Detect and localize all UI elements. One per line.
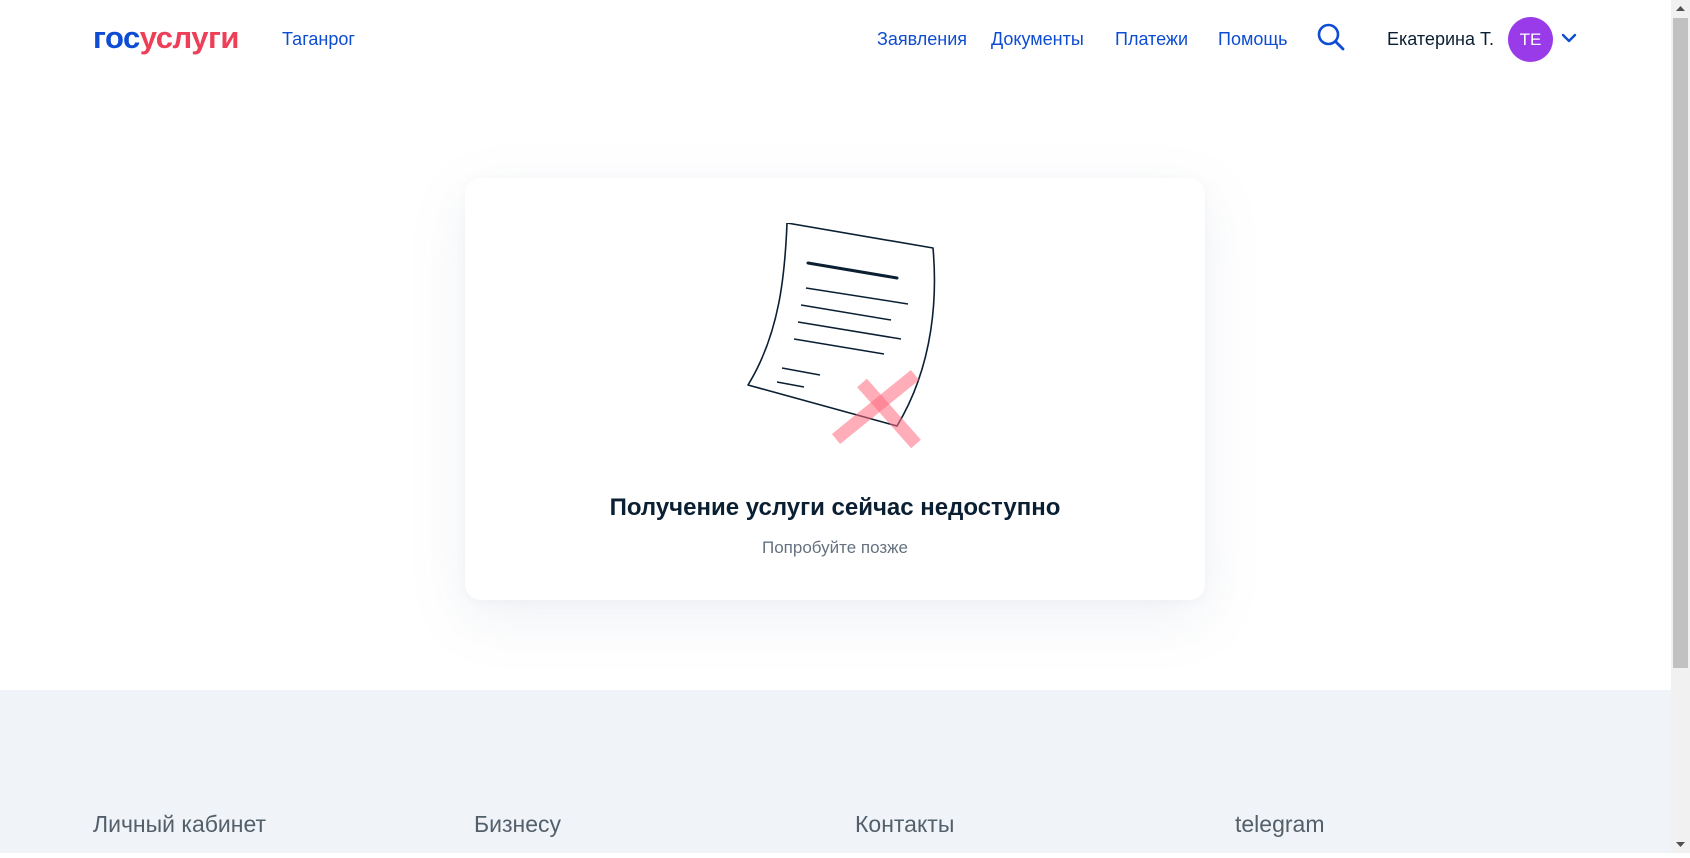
search-icon	[1317, 23, 1345, 51]
footer-link-contacts[interactable]: Контакты	[855, 811, 954, 838]
footer: Личный кабинет Бизнесу Контакты telegram	[0, 690, 1671, 853]
gosuslugi-logo[interactable]: госуслуги	[93, 18, 239, 58]
scroll-up-button[interactable]	[1671, 0, 1690, 17]
logo-part-uslugi: услуги	[139, 20, 240, 55]
rejected-document-icon	[747, 223, 936, 449]
header: госуслуги Таганрог Заявления Документы П…	[0, 0, 1671, 80]
card-title: Получение услуги сейчас недоступно	[609, 494, 1061, 521]
arrow-down-icon	[1676, 842, 1685, 847]
scrollbar-thumb[interactable]	[1673, 18, 1688, 668]
nav-payments[interactable]: Платежи	[1115, 29, 1188, 50]
search-button[interactable]	[1316, 22, 1346, 52]
user-menu-toggle[interactable]	[1560, 29, 1578, 47]
footer-link-personal-account[interactable]: Личный кабинет	[93, 811, 266, 838]
avatar-initials: ТЕ	[1519, 29, 1542, 49]
chevron-down-icon	[1561, 33, 1577, 43]
vertical-scrollbar[interactable]	[1671, 0, 1690, 853]
arrow-up-icon	[1676, 6, 1685, 11]
card-subtitle: Попробуйте позже	[761, 538, 908, 557]
user-name[interactable]: Екатерина Т.	[1387, 29, 1494, 50]
footer-link-business[interactable]: Бизнесу	[474, 811, 561, 838]
logo-part-gos: гос	[93, 20, 140, 55]
nav-documents[interactable]: Документы	[991, 29, 1084, 50]
page: госуслуги Таганрог Заявления Документы П…	[0, 0, 1671, 853]
scroll-down-button[interactable]	[1671, 836, 1690, 853]
nav-applications[interactable]: Заявления	[877, 29, 967, 50]
city-selector[interactable]: Таганрог	[282, 29, 355, 50]
avatar[interactable]: ТЕ	[1508, 17, 1553, 62]
footer-link-telegram[interactable]: telegram	[1235, 811, 1324, 838]
service-unavailable-card: Получение услуги сейчас недоступно Попро…	[465, 178, 1205, 600]
nav-help[interactable]: Помощь	[1218, 29, 1288, 50]
